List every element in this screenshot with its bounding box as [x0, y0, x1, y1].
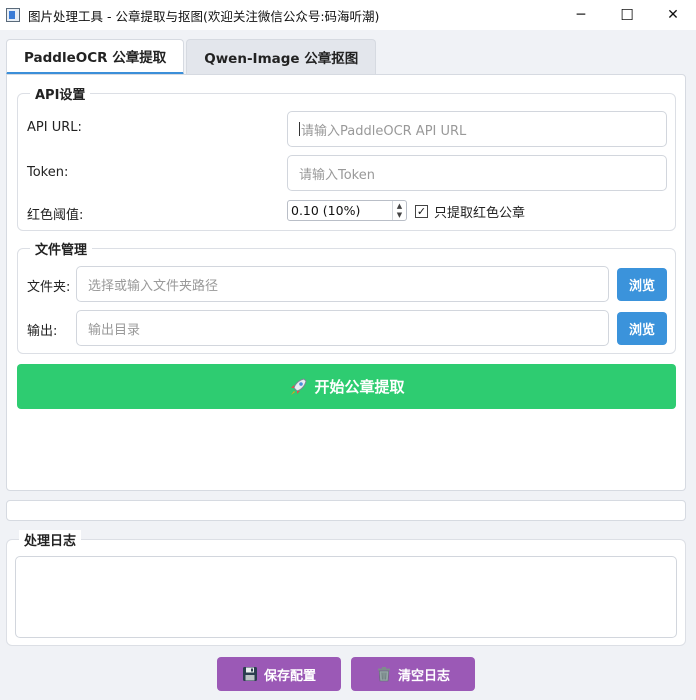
log-textarea[interactable]	[15, 556, 677, 638]
folder-input[interactable]: 选择或输入文件夹路径	[76, 266, 609, 302]
spin-arrows: ▲ ▼	[392, 201, 406, 220]
minimize-button[interactable]: ─	[558, 0, 604, 30]
token-input[interactable]: 请输入Token	[287, 155, 667, 191]
rocket-icon	[288, 377, 308, 397]
title-bar: 图片处理工具 - 公章提取与抠图(欢迎关注微信公众号:码海听潮) ─ ☐ ✕	[0, 0, 696, 30]
tab-panel: API设置 API URL: 请输入PaddleOCR API URL Toke…	[6, 74, 686, 491]
output-label: 输出:	[27, 324, 58, 339]
red-threshold-value: 0.10 (10%)	[291, 203, 361, 218]
start-extraction-button[interactable]: 开始公章提取	[17, 364, 676, 409]
close-button[interactable]: ✕	[650, 0, 696, 30]
maximize-button[interactable]: ☐	[604, 0, 650, 30]
red-only-checkbox[interactable]: ✓	[415, 205, 428, 218]
window-title: 图片处理工具 - 公章提取与抠图(欢迎关注微信公众号:码海听潮)	[28, 8, 380, 24]
file-management-group: 文件管理 文件夹: 选择或输入文件夹路径 浏览 输出: 输出目录 浏览	[17, 239, 676, 354]
token-label: Token:	[27, 165, 69, 180]
api-settings-group: API设置 API URL: 请输入PaddleOCR API URL Toke…	[17, 84, 676, 231]
clear-log-button[interactable]: 清空日志	[351, 657, 475, 691]
trash-icon	[376, 666, 392, 682]
browse-output-button[interactable]: 浏览	[617, 312, 667, 345]
spin-up-icon[interactable]: ▲	[393, 201, 406, 211]
tab-bar: PaddleOCR 公章提取 Qwen-Image 公章抠图	[6, 39, 378, 75]
save-config-label: 保存配置	[263, 668, 316, 684]
red-threshold-spinbox[interactable]: 0.10 (10%) ▲ ▼	[287, 200, 407, 221]
output-input[interactable]: 输出目录	[76, 310, 609, 346]
browse-folder-button[interactable]: 浏览	[617, 268, 667, 301]
clear-log-label: 清空日志	[397, 668, 450, 684]
api-settings-title: API设置	[30, 84, 91, 103]
folder-label: 文件夹:	[27, 280, 71, 295]
file-management-title: 文件管理	[30, 239, 93, 258]
tab-paddleocr[interactable]: PaddleOCR 公章提取	[6, 39, 185, 75]
app-icon	[6, 8, 20, 22]
save-config-button[interactable]: 保存配置	[217, 657, 341, 691]
log-title: 处理日志	[19, 530, 82, 549]
red-only-label: 只提取红色公章	[434, 206, 526, 221]
api-url-label: API URL:	[27, 120, 82, 135]
red-only-checkbox-row[interactable]: ✓ 只提取红色公章	[415, 202, 525, 221]
floppy-disk-icon	[242, 666, 258, 682]
spin-down-icon[interactable]: ▼	[393, 211, 406, 221]
progress-bar	[6, 500, 686, 521]
tab-qwen-image[interactable]: Qwen-Image 公章抠图	[186, 39, 377, 74]
start-extraction-label: 开始公章提取	[314, 378, 405, 396]
api-url-input[interactable]: 请输入PaddleOCR API URL	[287, 111, 667, 147]
red-threshold-label: 红色阈值:	[27, 208, 84, 223]
window-controls: ─ ☐ ✕	[558, 0, 696, 30]
